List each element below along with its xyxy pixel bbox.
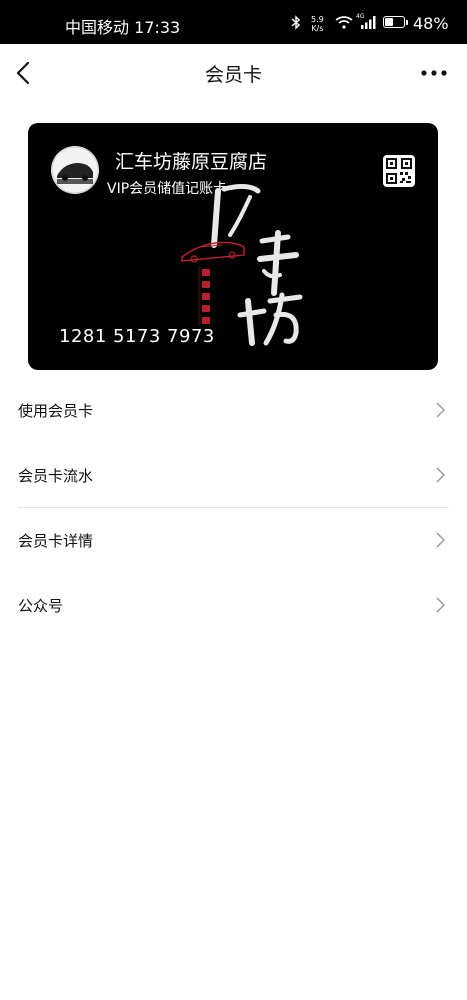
status-bar: 中国移动 17:33 5.9 K/s 4G 48% xyxy=(0,0,467,44)
menu-item-card-transactions[interactable]: 会员卡流水 xyxy=(0,443,467,508)
signal-icon xyxy=(361,16,376,29)
wifi-icon xyxy=(335,16,353,29)
battery-icon xyxy=(383,16,405,28)
more-button[interactable] xyxy=(419,62,449,84)
chevron-right-icon xyxy=(436,402,445,418)
menu-item-use-card[interactable]: 使用会员卡 xyxy=(0,378,467,443)
network-speed: 5.9 K/s xyxy=(311,15,324,33)
status-icons: 5.9 K/s 4G 48% xyxy=(277,0,467,44)
menu-item-label: 会员卡详情 xyxy=(18,532,94,550)
store-logo xyxy=(51,146,99,194)
qr-code-icon[interactable] xyxy=(383,155,415,187)
chevron-right-icon xyxy=(436,532,445,548)
menu-item-card-details[interactable]: 会员卡详情 xyxy=(0,508,467,573)
chevron-right-icon xyxy=(436,597,445,613)
menu-item-label: 公众号 xyxy=(18,597,64,615)
menu-item-label: 使用会员卡 xyxy=(18,402,94,420)
network-speed-unit: K/s xyxy=(311,24,324,33)
membership-card[interactable]: 汇车坊藤原豆腐店 VIP会员储值记账卡 1281 5173 7973 xyxy=(28,123,438,370)
battery-percent: 48% xyxy=(413,14,449,33)
battery-cap xyxy=(406,20,408,25)
store-name: 汇车坊藤原豆腐店 xyxy=(115,151,268,173)
nav-bar: 会员卡 xyxy=(0,44,467,102)
battery-level-fill xyxy=(385,18,393,26)
carrier-time: 中国移动 17:33 xyxy=(65,18,181,37)
bluetooth-icon xyxy=(291,15,301,30)
more-dots-icon xyxy=(421,70,447,76)
card-menu: 使用会员卡 会员卡流水 会员卡详情 公众号 xyxy=(0,378,467,638)
menu-item-official-account[interactable]: 公众号 xyxy=(0,573,467,638)
page-title: 会员卡 xyxy=(204,64,262,86)
chevron-right-icon xyxy=(436,467,445,483)
menu-item-label: 会员卡流水 xyxy=(18,467,94,485)
network-speed-value: 5.9 xyxy=(311,15,324,24)
card-number: 1281 5173 7973 xyxy=(59,326,215,347)
